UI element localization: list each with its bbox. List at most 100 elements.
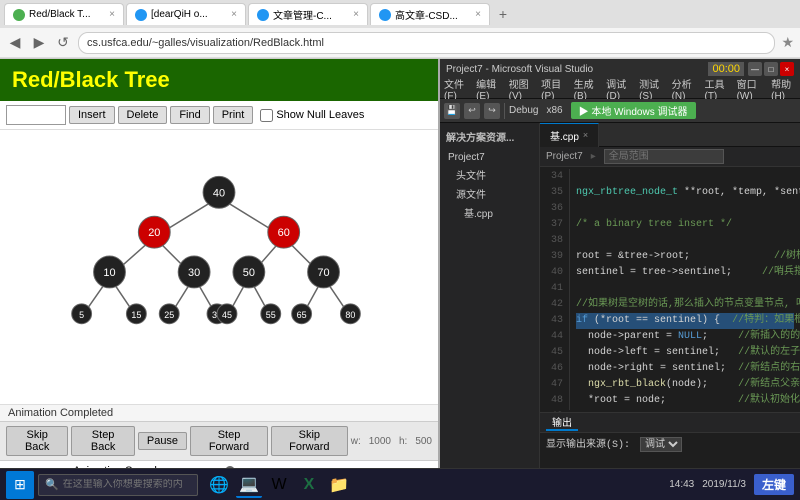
url-text: cs.usfca.edu/~galles/visualization/RedBl… <box>87 37 324 49</box>
vs-menu-help[interactable]: 帮助(H) <box>771 76 796 102</box>
step-forward-button[interactable]: Step Forward <box>190 426 268 456</box>
animation-status-text: Animation Completed <box>8 407 113 419</box>
taskbar-datetime: 14:43 <box>669 479 694 490</box>
taskbar-word-icon[interactable]: W <box>266 472 292 498</box>
svg-text:5: 5 <box>79 310 84 320</box>
vs-menu-debug[interactable]: 调试(D) <box>606 76 631 102</box>
vs-time: 00:00 <box>708 62 744 76</box>
vs-file-jicpp[interactable]: 基.cpp <box>444 203 535 222</box>
show-null-leaves-checkbox[interactable] <box>260 109 273 122</box>
vs-output-source-select[interactable]: 调试 <box>640 437 682 452</box>
taskbar-date: 2019/11/3 <box>702 479 746 490</box>
taskbar-vs-icon[interactable]: 💻 <box>236 472 262 498</box>
code-line-46: node->right = sentinel; //新结点的右子节点也是哨兵节点 <box>576 361 794 377</box>
vs-maximize-button[interactable]: □ <box>764 62 778 76</box>
forward-button[interactable]: ▶ <box>30 34 48 52</box>
vs-toolbar-undo[interactable]: ↩ <box>464 103 480 119</box>
vs-find-input[interactable] <box>604 149 724 164</box>
tab-close-wenzhan[interactable]: × <box>353 9 359 20</box>
step-back-button[interactable]: Step Back <box>71 426 134 456</box>
svg-text:80: 80 <box>345 310 355 320</box>
vs-file-project7[interactable]: Project7 <box>444 150 535 165</box>
vs-file-tree: Project7 头文件 源文件 基.cpp <box>444 150 535 222</box>
code-editor: 34 35 36 37 38 39 40 41 42 43 44 45 <box>540 167 800 412</box>
taskbar-folder-icon[interactable]: 📁 <box>326 472 352 498</box>
find-button[interactable]: Find <box>170 106 209 124</box>
vs-menu-file[interactable]: 文件(F) <box>444 76 468 102</box>
show-null-leaves-label[interactable]: Show Null Leaves <box>260 109 364 122</box>
tab-close-dearqi[interactable]: × <box>231 9 237 20</box>
vs-menu-window[interactable]: 窗口(W) <box>737 76 764 102</box>
refresh-button[interactable]: ↺ <box>54 34 72 52</box>
h-label: h: <box>399 436 407 447</box>
print-button[interactable]: Print <box>213 106 254 124</box>
vs-output-header: 输出 <box>540 413 800 433</box>
vs-path-sep: ▸ <box>591 151 596 162</box>
skip-forward-button[interactable]: Skip Forward <box>271 426 348 456</box>
tab-label-wenzhan: 文章管理-C... <box>273 7 349 22</box>
vs-menu-project[interactable]: 项目(P) <box>541 76 566 102</box>
code-line-35: ngx_rbtree_node_t **root, *temp, *sentin… <box>576 185 794 201</box>
taskbar-search-input[interactable] <box>63 479 183 490</box>
taskbar-right: 14:43 2019/11/3 左键 <box>669 474 794 495</box>
vs-menu-analyze[interactable]: 分析(N) <box>672 76 697 102</box>
code-line-37: /* a binary tree insert */ <box>576 217 794 233</box>
h-value: 500 <box>415 436 432 447</box>
vs-run-button[interactable]: ▶ 本地 Windows 调试器 <box>571 102 696 119</box>
code-line-44: node->parent = NULL; //新插入的的结构的父亲了根 <box>576 329 794 345</box>
vs-menu-edit[interactable]: 编辑(E) <box>476 76 501 102</box>
url-bar[interactable]: cs.usfca.edu/~galles/visualization/RedBl… <box>78 32 775 54</box>
pause-button[interactable]: Pause <box>138 432 187 450</box>
vs-output-tab[interactable]: 输出 <box>546 414 578 431</box>
vs-output-content: 显示输出来源(S): 调试 <box>540 433 800 454</box>
bookmark-button[interactable]: ★ <box>781 34 794 51</box>
vs-menu-test[interactable]: 测试(S) <box>639 76 664 102</box>
taskbar-excel-icon[interactable]: X <box>296 472 322 498</box>
start-button[interactable]: ⊞ <box>6 471 34 499</box>
insert-input[interactable] <box>6 105 66 125</box>
code-line-42: //如果树是空树的话,那么插入的节点变量节点, 叶节点的左右子节点食全是 <box>576 297 794 313</box>
tab-wenzhan[interactable]: 文章管理-C... × <box>248 3 368 25</box>
ime-button[interactable]: 左键 <box>754 474 794 495</box>
animation-controls: Skip Back Step Back Pause Step Forward S… <box>0 421 438 460</box>
vs-find-bar: Project7 ▸ <box>540 147 800 167</box>
show-null-leaves-text: Show Null Leaves <box>276 109 364 121</box>
tab-favicon-gaowenzhan <box>379 9 391 21</box>
tab-redblack[interactable]: Red/Black T... × <box>4 3 124 25</box>
page-toolbar: Insert Delete Find Print Show Null Leave… <box>0 101 438 130</box>
taskbar-pinned-icons: 🌐 💻 W X 📁 <box>206 472 352 498</box>
vs-menu-tools[interactable]: 工具(T) <box>704 76 728 102</box>
tab-close-redblack[interactable]: × <box>109 9 115 20</box>
back-button[interactable]: ◀ <box>6 34 24 52</box>
browser-content: Red/Black Tree Insert Delete Find Print … <box>0 59 440 500</box>
line-numbers: 34 35 36 37 38 39 40 41 42 43 44 45 <box>540 169 570 410</box>
delete-button[interactable]: Delete <box>118 106 168 124</box>
vs-platform-label: x86 <box>542 105 566 116</box>
code-line-40: sentinel = tree->sentinel; //哨兵指针指向了哨兵计 <box>576 265 794 281</box>
taskbar-search-bar[interactable]: 🔍 <box>38 474 198 496</box>
vs-close-button[interactable]: × <box>780 62 794 76</box>
vs-menu-build[interactable]: 生成(B) <box>574 76 599 102</box>
vs-menu-view[interactable]: 视图(V) <box>509 76 534 102</box>
code-line-39: root = &tree->root; //树根指针指向了root <box>576 249 794 265</box>
vs-file-headers[interactable]: 头文件 <box>444 165 535 184</box>
tab-close-gaowenzhan[interactable]: × <box>475 9 481 20</box>
vs-tab-close[interactable]: × <box>583 130 588 140</box>
code-line-47: ngx_rbt_black(node); //新结点父亲 <box>576 377 794 393</box>
w-value: 1000 <box>369 436 391 447</box>
skip-back-button[interactable]: Skip Back <box>6 426 68 456</box>
tab-dearqi[interactable]: [dearQiH o... × <box>126 3 246 25</box>
new-tab-button[interactable]: + <box>492 3 514 25</box>
taskbar-chrome-icon[interactable]: 🌐 <box>206 472 232 498</box>
vs-code-tab-jicpp[interactable]: 基.cpp × <box>540 123 599 147</box>
animation-status: Animation Completed <box>0 404 438 421</box>
svg-text:65: 65 <box>297 310 307 320</box>
vs-toolbar-save[interactable]: 💾 <box>444 103 460 119</box>
vs-toolbar-redo[interactable]: ↪ <box>484 103 500 119</box>
tab-gaowenzhan[interactable]: 高文章-CSD... × <box>370 3 490 25</box>
vs-minimize-button[interactable]: — <box>748 62 762 76</box>
insert-button[interactable]: Insert <box>69 106 115 124</box>
tab-label-gaowenzhan: 高文章-CSD... <box>395 7 471 22</box>
tab-bar: Red/Black T... × [dearQiH o... × 文章管理-C.… <box>0 0 800 28</box>
vs-file-sources[interactable]: 源文件 <box>444 184 535 203</box>
